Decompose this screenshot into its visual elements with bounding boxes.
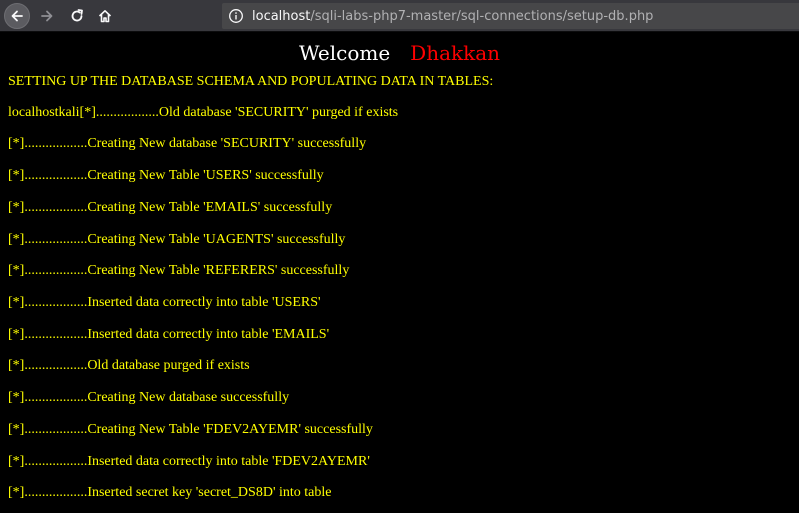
log-line: [*]..................Inserted data corre… bbox=[8, 327, 330, 342]
arrow-right-icon bbox=[41, 10, 53, 22]
log-line: [*]..................Inserted secret key… bbox=[8, 485, 332, 500]
browser-toolbar: localhost/sqli-labs-php7-master/sql-conn… bbox=[0, 0, 799, 32]
url-host: localhost bbox=[252, 8, 311, 24]
url-path: /sqli-labs-php7-master/sql-connections/s… bbox=[310, 8, 654, 24]
info-circle-icon[interactable] bbox=[228, 8, 244, 24]
home-icon bbox=[98, 10, 112, 23]
log-line: [*]..................Creating New databa… bbox=[8, 136, 367, 151]
log-line: localhostkali[*]..................Old da… bbox=[8, 105, 399, 120]
log-line: [*]..................Creating New databa… bbox=[8, 390, 290, 405]
url-text[interactable]: localhost/sqli-labs-php7-master/sql-conn… bbox=[252, 9, 653, 24]
arrow-left-icon bbox=[11, 10, 23, 22]
log-line: [*]..................Creating New Table … bbox=[8, 232, 346, 247]
log-line: [*]..................Inserted data corre… bbox=[8, 295, 321, 310]
user-name: Dhakkan bbox=[410, 41, 501, 65]
log-line: [*]..................Creating New Table … bbox=[8, 168, 324, 183]
log-line: [*]..................Inserted data corre… bbox=[8, 454, 370, 469]
log-line: [*]..................Old database purged… bbox=[8, 358, 250, 373]
setup-heading: SETTING UP THE DATABASE SCHEMA AND POPUL… bbox=[8, 74, 494, 89]
url-bar[interactable]: localhost/sqli-labs-php7-master/sql-conn… bbox=[222, 3, 799, 29]
home-button[interactable] bbox=[92, 3, 118, 29]
welcome-text: Welcome bbox=[298, 41, 391, 65]
reload-icon bbox=[71, 9, 83, 22]
forward-button[interactable] bbox=[34, 3, 60, 29]
back-button[interactable] bbox=[4, 3, 30, 29]
log-line: [*]..................Creating New Table … bbox=[8, 200, 333, 215]
log-line: [*]..................Creating New Table … bbox=[8, 422, 373, 437]
welcome-banner: Welcome Dhakkan bbox=[0, 41, 799, 65]
log-line: [*]..................Creating New Table … bbox=[8, 263, 350, 278]
page-content: Welcome Dhakkan SETTING UP THE DATABASE S… bbox=[0, 32, 799, 513]
reload-button[interactable] bbox=[64, 3, 90, 29]
